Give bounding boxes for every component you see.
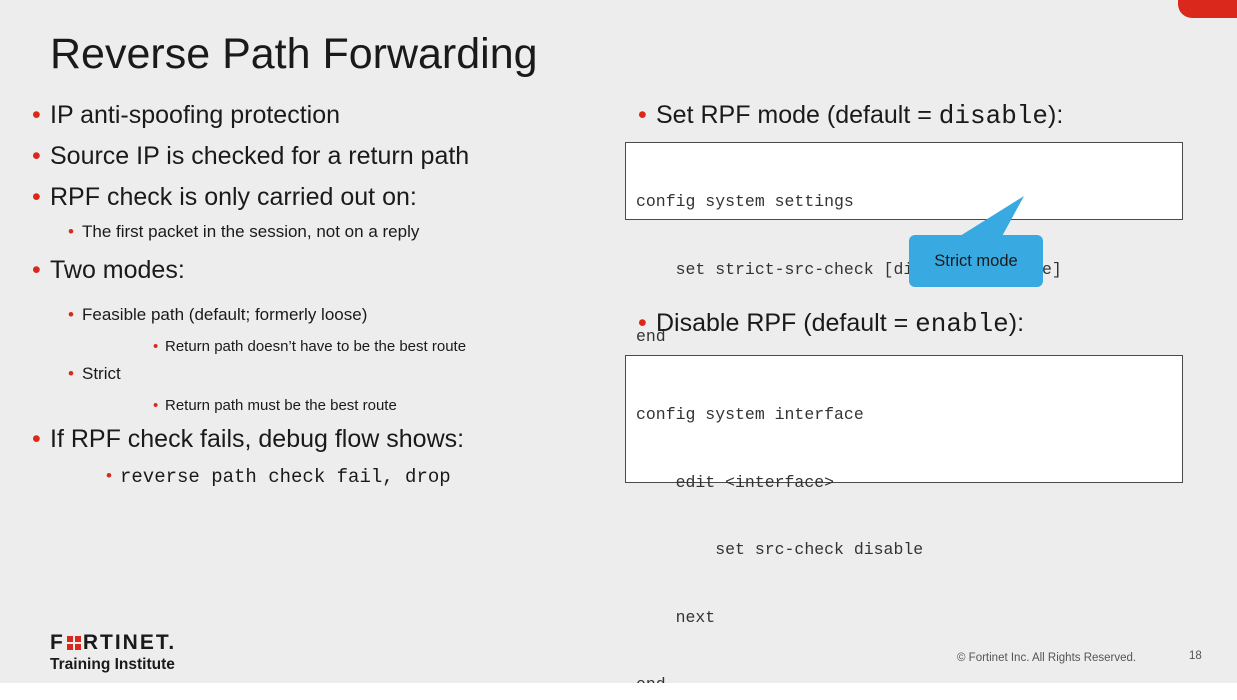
bullet-text: Return path must be the best route <box>165 397 397 414</box>
page-number: 18 <box>1189 650 1202 662</box>
code-line: next <box>636 607 716 627</box>
bullet-dot-icon: • <box>68 305 74 324</box>
logo-subtitle: Training Institute <box>50 656 175 673</box>
sub-sub-bullet-item: • Return path must be the best route <box>153 397 397 414</box>
bullet-text: Return path doesn’t have to be the best … <box>165 338 467 355</box>
heading-code: enable <box>915 309 1009 339</box>
sub-bullet-item: • Feasible path (default; formerly loose… <box>68 305 368 325</box>
code-line: config system interface <box>636 405 864 424</box>
strict-mode-callout: Strict mode <box>909 235 1043 287</box>
bullet-dot-icon: • <box>106 466 112 485</box>
code-line: edit <interface> <box>636 472 835 492</box>
bullet-dot-icon: • <box>153 397 159 414</box>
callout-pointer <box>960 196 1024 240</box>
logo-grid-icon <box>66 636 81 650</box>
code-line: end <box>636 674 1182 683</box>
slide: Reverse Path Forwarding • IP anti-spoofi… <box>0 0 1237 683</box>
logo-wordmark: F RTINET. <box>50 632 176 654</box>
bullet-text: Feasible path (default; formerly loose) <box>82 305 368 324</box>
heading-text: Disable RPF (default = <box>656 309 916 337</box>
disable-rpf-heading: • Disable RPF (default = enable): <box>638 309 1025 339</box>
bullet-text: Strict <box>82 364 121 383</box>
code-block-interface: config system interface edit <interface>… <box>625 355 1183 683</box>
bullet-dot-icon: • <box>638 309 647 337</box>
sub-bullet-item: • Strict <box>68 364 121 384</box>
fortinet-logo: F RTINET. Training Institute <box>50 632 176 674</box>
heading-suffix: ): <box>1008 309 1025 337</box>
copyright-text: © Fortinet Inc. All Rights Reserved. <box>957 652 1137 664</box>
bullet-dot-icon: • <box>32 425 41 453</box>
sub-bullet-item: • reverse path check fail, drop <box>106 466 451 488</box>
sub-sub-bullet-item: • Return path doesn’t have to be the bes… <box>153 338 467 355</box>
code-line: set src-check disable <box>636 540 924 559</box>
bullet-dot-icon: • <box>68 364 74 383</box>
bullet-item: • If RPF check fails, debug flow shows: <box>32 425 465 454</box>
logo-text-right: RTINET. <box>82 631 177 654</box>
logo-text-left: F <box>50 631 65 654</box>
bullet-code-text: reverse path check fail, drop <box>120 466 451 488</box>
bullet-text: If RPF check fails, debug flow shows: <box>50 425 465 453</box>
bullet-dot-icon: • <box>153 338 159 355</box>
